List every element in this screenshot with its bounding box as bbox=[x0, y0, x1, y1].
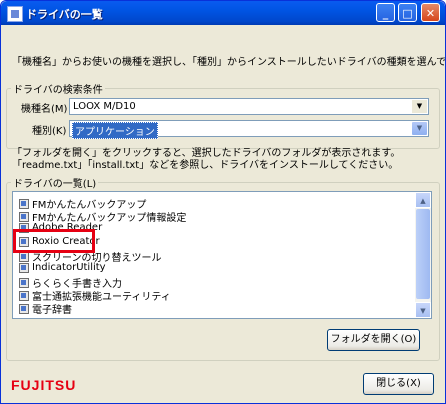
driver-icon bbox=[19, 290, 29, 301]
list-item[interactable]: FMかんたんバックアップ bbox=[19, 196, 146, 211]
driver-list-window: ドライバの一覧 _ □ ✕ 「機種名」からお使いの機種を選択し、「種別」からイン… bbox=[0, 0, 446, 404]
list-item[interactable]: 電子辞書 bbox=[19, 301, 72, 316]
window-title: ドライバの一覧 bbox=[26, 8, 103, 21]
open-folder-button[interactable]: フォルダを開く(O) bbox=[327, 329, 420, 351]
driver-listbox[interactable]: FMかんたんバックアップ FMかんたんバックアップ情報設定 Adobe Read… bbox=[12, 191, 432, 319]
scroll-down-arrow-icon[interactable]: ▼ bbox=[415, 302, 431, 318]
chevron-down-icon[interactable]: ▼ bbox=[412, 122, 427, 135]
list-item[interactable]: IndicatorUtility bbox=[19, 262, 106, 275]
instruction-text: 「機種名」からお使いの機種を選択し、「種別」からインストールしたいドライバの種類… bbox=[12, 57, 446, 68]
driver-icon bbox=[19, 251, 29, 262]
driver-icon bbox=[19, 211, 29, 222]
usage-note-line-2: 「readme.txt」「install.txt」などを参照し、ドライバをインス… bbox=[12, 160, 399, 171]
minimize-button[interactable]: _ bbox=[376, 3, 395, 22]
list-item[interactable]: 富士通拡張機能ユーティリティ bbox=[19, 288, 171, 303]
chevron-down-icon[interactable]: ▼ bbox=[412, 100, 427, 113]
type-select[interactable]: アプリケーション ▼ bbox=[69, 120, 429, 139]
maximize-button[interactable]: □ bbox=[398, 3, 417, 22]
list-item[interactable]: らくらく手書き入力 bbox=[19, 275, 122, 290]
scrollbar-thumb[interactable] bbox=[416, 209, 430, 299]
list-item[interactable]: FMかんたんバックアップ情報設定 bbox=[19, 209, 186, 224]
title-bar[interactable]: ドライバの一覧 _ □ ✕ bbox=[1, 1, 445, 25]
list-scrollbar[interactable]: ▲ ▼ bbox=[415, 192, 431, 318]
usage-note-line-1: 「フォルダを開く」をクリックすると、選択したドライバのフォルダが表示されます。 bbox=[12, 148, 401, 159]
driver-icon bbox=[19, 303, 29, 314]
type-label: 種別(K) bbox=[32, 126, 67, 137]
driver-icon bbox=[19, 198, 29, 209]
close-button[interactable]: 閉じる(X) bbox=[363, 373, 434, 395]
driver-list-legend: ドライバの一覧(L) bbox=[13, 179, 97, 190]
fujitsu-logo: FUJITSU bbox=[11, 377, 77, 393]
driver-icon bbox=[19, 262, 29, 273]
search-conditions-legend: ドライバの検索条件 bbox=[13, 85, 103, 96]
model-label: 機種名(M) bbox=[21, 104, 68, 115]
scroll-up-arrow-icon[interactable]: ▲ bbox=[415, 192, 431, 208]
type-select-value: アプリケーション bbox=[72, 122, 158, 139]
usage-note: 「フォルダを開く」をクリックすると、選択したドライバのフォルダが表示されます。 … bbox=[12, 148, 400, 172]
highlight-box bbox=[13, 229, 95, 253]
driver-icon bbox=[19, 277, 29, 288]
model-select-value: LOOX M/D10 bbox=[73, 101, 136, 112]
app-icon bbox=[7, 6, 23, 22]
close-window-button[interactable]: ✕ bbox=[421, 3, 440, 22]
model-select[interactable]: LOOX M/D10 ▼ bbox=[69, 98, 429, 115]
